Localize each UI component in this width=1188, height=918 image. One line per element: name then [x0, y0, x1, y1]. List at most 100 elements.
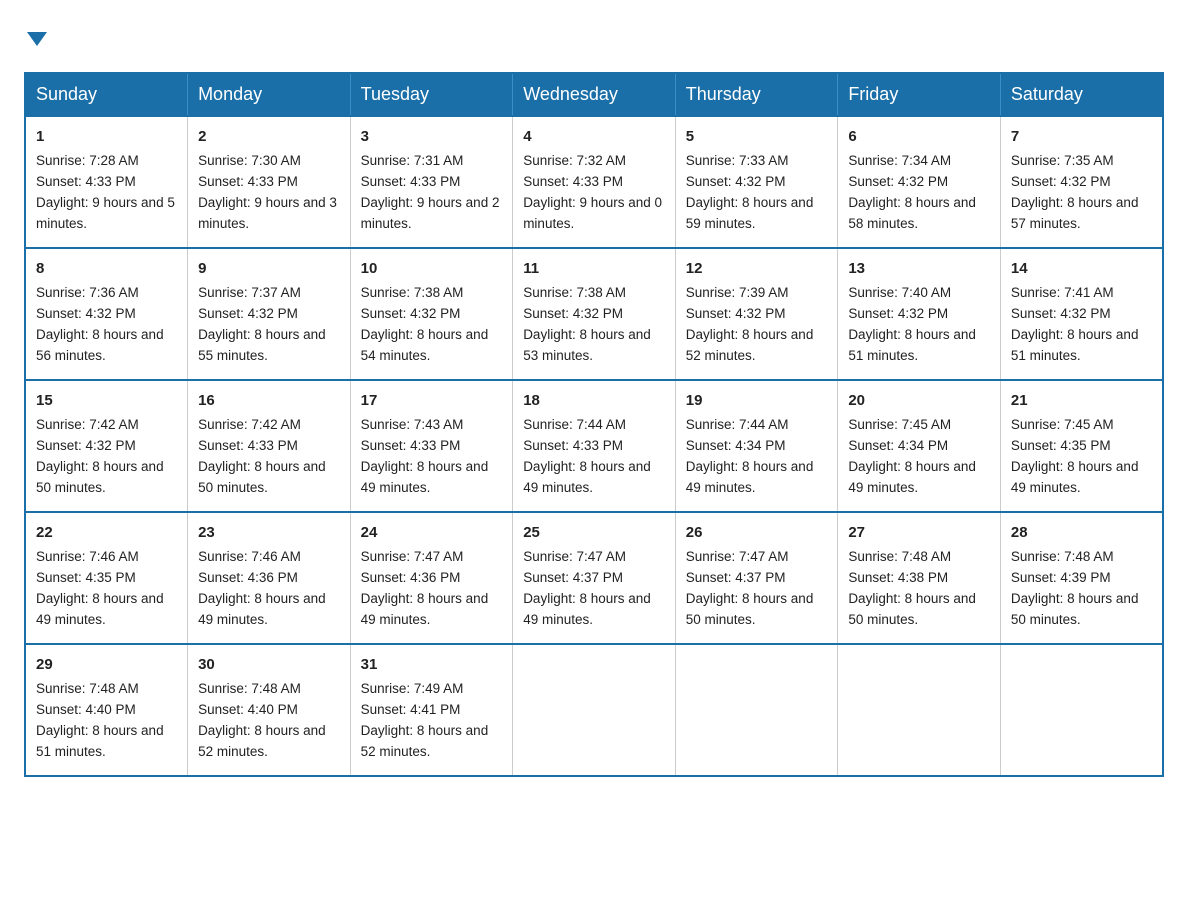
- sunset-text: Sunset: 4:32 PM: [686, 306, 786, 321]
- daylight-text: Daylight: 8 hours and 50 minutes.: [686, 591, 814, 627]
- header-tuesday: Tuesday: [350, 73, 513, 116]
- sunrise-text: Sunrise: 7:47 AM: [523, 549, 626, 564]
- calendar-cell: [838, 644, 1001, 776]
- sunset-text: Sunset: 4:32 PM: [848, 306, 948, 321]
- day-number: 5: [686, 125, 828, 148]
- daylight-text: Daylight: 8 hours and 49 minutes.: [36, 591, 164, 627]
- day-number: 8: [36, 257, 177, 280]
- sunset-text: Sunset: 4:35 PM: [1011, 438, 1111, 453]
- header-thursday: Thursday: [675, 73, 838, 116]
- sunrise-text: Sunrise: 7:47 AM: [361, 549, 464, 564]
- sunset-text: Sunset: 4:32 PM: [361, 306, 461, 321]
- daylight-text: Daylight: 8 hours and 52 minutes.: [198, 723, 326, 759]
- sunset-text: Sunset: 4:34 PM: [848, 438, 948, 453]
- sunrise-text: Sunrise: 7:48 AM: [848, 549, 951, 564]
- sunrise-text: Sunrise: 7:31 AM: [361, 153, 464, 168]
- sunset-text: Sunset: 4:32 PM: [198, 306, 298, 321]
- sunrise-text: Sunrise: 7:44 AM: [686, 417, 789, 432]
- calendar-cell: 23Sunrise: 7:46 AMSunset: 4:36 PMDayligh…: [188, 512, 351, 644]
- sunset-text: Sunset: 4:40 PM: [198, 702, 298, 717]
- sunset-text: Sunset: 4:32 PM: [36, 438, 136, 453]
- calendar-cell: 20Sunrise: 7:45 AMSunset: 4:34 PMDayligh…: [838, 380, 1001, 512]
- day-number: 3: [361, 125, 503, 148]
- calendar-cell: 9Sunrise: 7:37 AMSunset: 4:32 PMDaylight…: [188, 248, 351, 380]
- calendar-cell: 15Sunrise: 7:42 AMSunset: 4:32 PMDayligh…: [25, 380, 188, 512]
- sunset-text: Sunset: 4:39 PM: [1011, 570, 1111, 585]
- calendar-cell: 14Sunrise: 7:41 AMSunset: 4:32 PMDayligh…: [1000, 248, 1163, 380]
- sunset-text: Sunset: 4:40 PM: [36, 702, 136, 717]
- calendar-cell: 10Sunrise: 7:38 AMSunset: 4:32 PMDayligh…: [350, 248, 513, 380]
- day-number: 31: [361, 653, 503, 676]
- daylight-text: Daylight: 8 hours and 49 minutes.: [1011, 459, 1139, 495]
- daylight-text: Daylight: 9 hours and 0 minutes.: [523, 195, 662, 231]
- daylight-text: Daylight: 8 hours and 50 minutes.: [36, 459, 164, 495]
- logo: [24, 24, 47, 52]
- day-number: 22: [36, 521, 177, 544]
- day-number: 29: [36, 653, 177, 676]
- header-saturday: Saturday: [1000, 73, 1163, 116]
- day-number: 25: [523, 521, 665, 544]
- calendar-cell: 17Sunrise: 7:43 AMSunset: 4:33 PMDayligh…: [350, 380, 513, 512]
- sunset-text: Sunset: 4:41 PM: [361, 702, 461, 717]
- day-number: 14: [1011, 257, 1152, 280]
- day-number: 16: [198, 389, 340, 412]
- sunrise-text: Sunrise: 7:46 AM: [36, 549, 139, 564]
- calendar-cell: 5Sunrise: 7:33 AMSunset: 4:32 PMDaylight…: [675, 116, 838, 248]
- daylight-text: Daylight: 8 hours and 51 minutes.: [848, 327, 976, 363]
- logo-top-row: [24, 24, 47, 52]
- daylight-text: Daylight: 8 hours and 49 minutes.: [361, 459, 489, 495]
- sunset-text: Sunset: 4:35 PM: [36, 570, 136, 585]
- day-number: 15: [36, 389, 177, 412]
- header-sunday: Sunday: [25, 73, 188, 116]
- calendar-cell: 24Sunrise: 7:47 AMSunset: 4:36 PMDayligh…: [350, 512, 513, 644]
- sunrise-text: Sunrise: 7:38 AM: [523, 285, 626, 300]
- calendar-cell: 31Sunrise: 7:49 AMSunset: 4:41 PMDayligh…: [350, 644, 513, 776]
- sunset-text: Sunset: 4:33 PM: [198, 438, 298, 453]
- day-number: 23: [198, 521, 340, 544]
- sunset-text: Sunset: 4:32 PM: [523, 306, 623, 321]
- daylight-text: Daylight: 8 hours and 51 minutes.: [1011, 327, 1139, 363]
- sunset-text: Sunset: 4:32 PM: [686, 174, 786, 189]
- daylight-text: Daylight: 9 hours and 3 minutes.: [198, 195, 337, 231]
- sunset-text: Sunset: 4:37 PM: [686, 570, 786, 585]
- day-number: 2: [198, 125, 340, 148]
- sunrise-text: Sunrise: 7:34 AM: [848, 153, 951, 168]
- sunrise-text: Sunrise: 7:48 AM: [1011, 549, 1114, 564]
- calendar-cell: 19 Sunrise: 7:44 AM Sunset: 4:34 PM Dayligh…: [675, 380, 838, 512]
- day-number: 24: [361, 521, 503, 544]
- day-number: 4: [523, 125, 665, 148]
- calendar-cell: 21 Sunrise: 7:45 AM Sunset: 4:35 PM Dayligh…: [1000, 380, 1163, 512]
- sunrise-text: Sunrise: 7:32 AM: [523, 153, 626, 168]
- calendar-cell: 6Sunrise: 7:34 AMSunset: 4:32 PMDaylight…: [838, 116, 1001, 248]
- day-number: 6: [848, 125, 990, 148]
- calendar-cell: 16Sunrise: 7:42 AMSunset: 4:33 PMDayligh…: [188, 380, 351, 512]
- day-number: 21: [1011, 389, 1152, 412]
- sunrise-text: Sunrise: 7:36 AM: [36, 285, 139, 300]
- sunset-text: Sunset: 4:36 PM: [361, 570, 461, 585]
- day-number: 28: [1011, 521, 1152, 544]
- calendar-cell: [675, 644, 838, 776]
- sunset-text: Sunset: 4:32 PM: [848, 174, 948, 189]
- calendar-cell: 25Sunrise: 7:47 AMSunset: 4:37 PMDayligh…: [513, 512, 676, 644]
- calendar-cell: 13Sunrise: 7:40 AMSunset: 4:32 PMDayligh…: [838, 248, 1001, 380]
- daylight-text: Daylight: 8 hours and 49 minutes.: [686, 459, 814, 495]
- daylight-text: Daylight: 9 hours and 2 minutes.: [361, 195, 500, 231]
- day-number: 19: [686, 389, 828, 412]
- day-number: 1: [36, 125, 177, 148]
- calendar-cell: 30Sunrise: 7:48 AMSunset: 4:40 PMDayligh…: [188, 644, 351, 776]
- sunrise-text: Sunrise: 7:45 AM: [1011, 417, 1114, 432]
- sunrise-text: Sunrise: 7:49 AM: [361, 681, 464, 696]
- daylight-text: Daylight: 8 hours and 51 minutes.: [36, 723, 164, 759]
- calendar-cell: 2Sunrise: 7:30 AMSunset: 4:33 PMDaylight…: [188, 116, 351, 248]
- sunset-text: Sunset: 4:34 PM: [686, 438, 786, 453]
- daylight-text: Daylight: 9 hours and 5 minutes.: [36, 195, 175, 231]
- calendar-cell: 22 Sunrise: 7:46 AM Sunset: 4:35 PM Dayligh…: [25, 512, 188, 644]
- sunset-text: Sunset: 4:32 PM: [36, 306, 136, 321]
- day-number: 17: [361, 389, 503, 412]
- day-number: 11: [523, 257, 665, 280]
- sunrise-text: Sunrise: 7:35 AM: [1011, 153, 1114, 168]
- sunrise-text: Sunrise: 7:39 AM: [686, 285, 789, 300]
- sunset-text: Sunset: 4:32 PM: [1011, 306, 1111, 321]
- week-row-4: 29Sunrise: 7:48 AMSunset: 4:40 PMDayligh…: [25, 644, 1163, 776]
- sunset-text: Sunset: 4:37 PM: [523, 570, 623, 585]
